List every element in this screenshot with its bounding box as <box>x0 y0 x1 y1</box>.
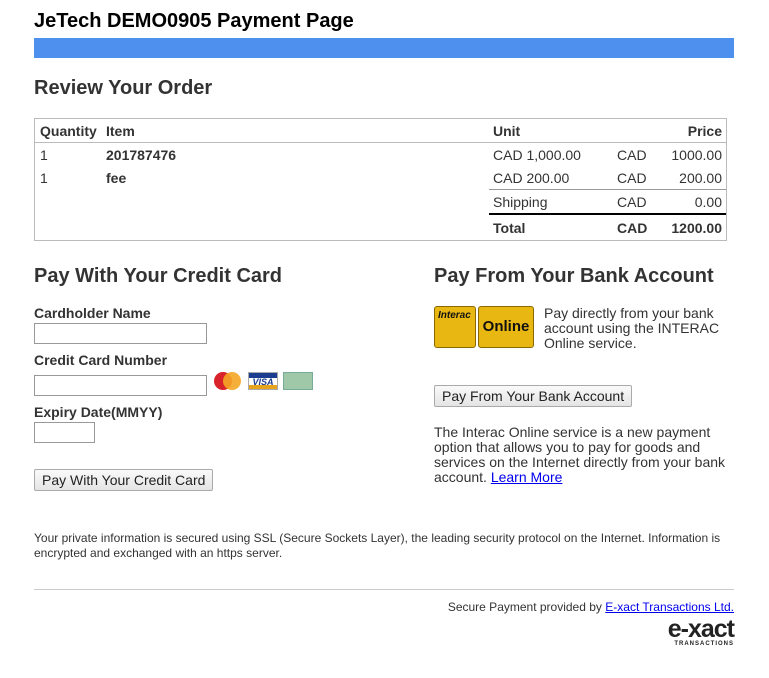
row-quantity: 1 <box>40 147 48 163</box>
provided-by-text: Secure Payment provided by <box>447 600 602 614</box>
cardholder-label: Cardholder Name <box>34 305 151 321</box>
footer-provider: Secure Payment provided by E-xact Transa… <box>448 600 734 615</box>
exact-logo: e-xact TRANSACTIONS <box>667 615 735 648</box>
mastercard-icon <box>212 371 243 391</box>
bank-heading: Pay From Your Bank Account <box>434 265 714 287</box>
header-quantity: Quantity <box>40 123 97 139</box>
amex-icon <box>283 372 313 390</box>
shipping-label: Shipping <box>493 194 548 210</box>
interac-info: The Interac Online service is a new paym… <box>434 425 729 485</box>
visa-icon: VISA <box>248 372 278 390</box>
order-table: Quantity Item Unit Price 1 201787476 CAD… <box>34 118 727 241</box>
interac-info-text: The Interac Online service is a new paym… <box>434 424 726 485</box>
shipping-currency: CAD <box>617 194 647 210</box>
total-currency: CAD <box>617 220 648 236</box>
row-currency: CAD <box>617 147 647 163</box>
interac-logo: Interac <box>434 306 476 348</box>
total-price: 1200.00 <box>671 220 722 236</box>
provider-link[interactable]: E-xact Transactions Ltd. <box>605 600 734 614</box>
card-number-label: Credit Card Number <box>34 352 168 368</box>
header-unit: Unit <box>493 123 521 139</box>
row-price: 1000.00 <box>671 147 722 163</box>
row-item: 201787476 <box>106 147 177 163</box>
pay-credit-card-button[interactable]: Pay With Your Credit Card <box>34 469 214 491</box>
row-currency: CAD <box>617 170 647 186</box>
row-item: fee <box>106 170 127 186</box>
header-bar <box>34 38 734 58</box>
bank-description: Pay directly from your bank account usin… <box>544 305 720 351</box>
credit-heading: Pay With Your Credit Card <box>34 265 283 287</box>
card-number-input[interactable] <box>34 375 207 396</box>
interac-online-logo: Online <box>478 306 534 348</box>
cardholder-name-input[interactable] <box>34 323 207 344</box>
pay-bank-account-button[interactable]: Pay From Your Bank Account <box>434 385 633 407</box>
expiry-label: Expiry Date(MMYY) <box>34 404 163 420</box>
total-label: Total <box>493 220 526 236</box>
row-unit: CAD 1,000.00 <box>493 147 581 163</box>
page-title: JeTech DEMO0905 Payment Page <box>34 10 354 32</box>
row-quantity: 1 <box>40 170 48 186</box>
row-unit: CAD 200.00 <box>493 170 570 186</box>
security-note: Your private information is secured usin… <box>34 531 721 560</box>
shipping-price: 0.00 <box>694 194 722 210</box>
header-price: Price <box>687 123 722 139</box>
row-price: 200.00 <box>679 170 722 186</box>
learn-more-link[interactable]: Learn More <box>491 469 563 485</box>
header-item: Item <box>106 123 135 139</box>
review-heading: Review Your Order <box>34 77 213 99</box>
expiry-input[interactable] <box>34 422 95 443</box>
footer-divider <box>34 589 734 590</box>
